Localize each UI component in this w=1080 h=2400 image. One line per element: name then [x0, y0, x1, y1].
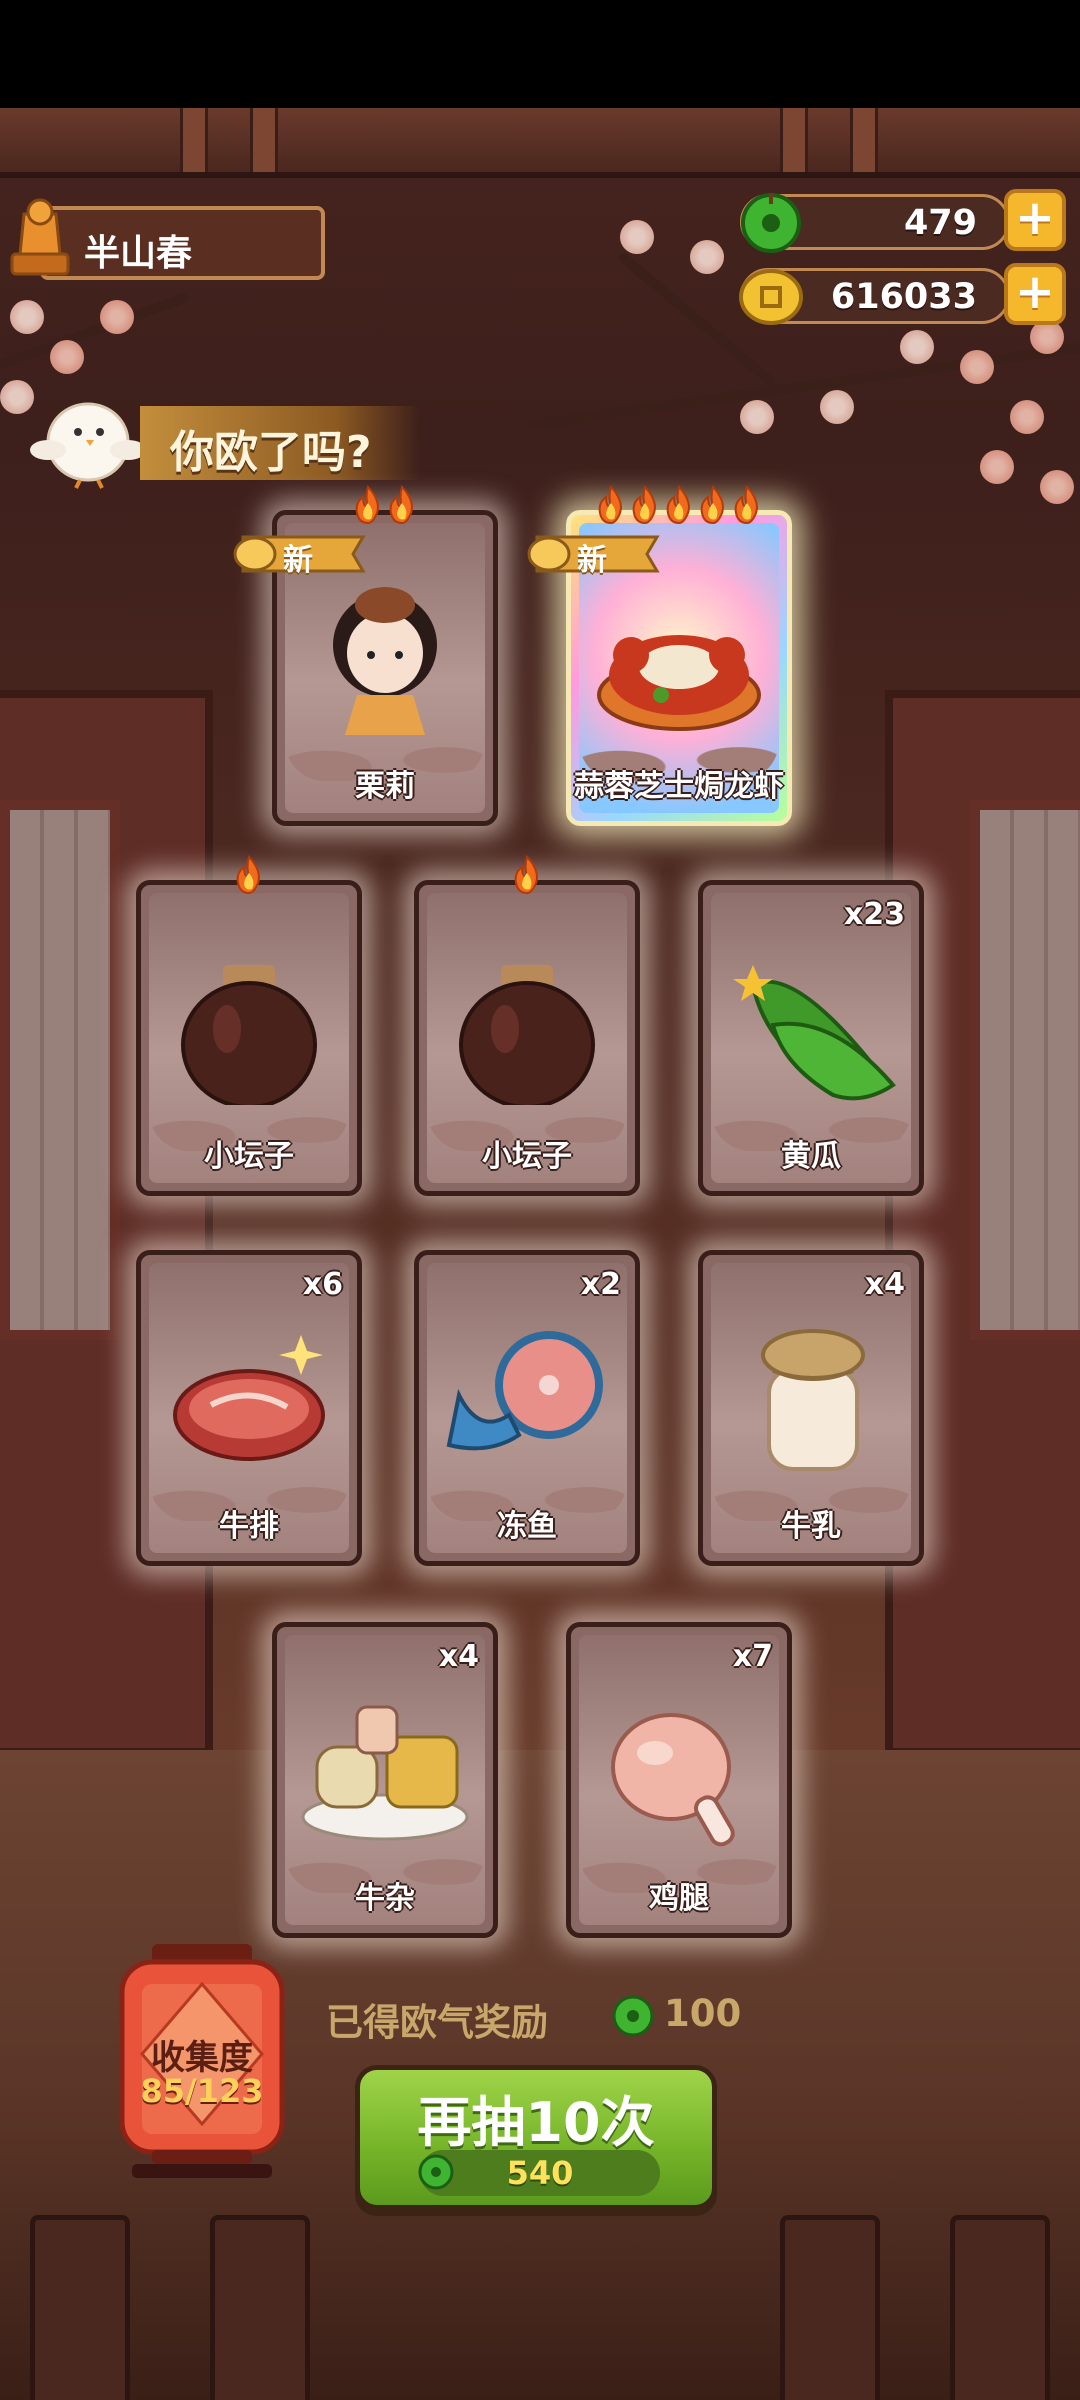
small-jar-icon [181, 965, 317, 1105]
beef-offal-icon [301, 1705, 469, 1841]
new-label: 新 [577, 543, 607, 578]
gacha-card[interactable]: x23 黄瓜 [698, 880, 924, 1196]
fire-icon [514, 855, 538, 895]
fire-icon [632, 485, 656, 525]
fire-icon [734, 485, 758, 525]
gacha-card[interactable]: x2 冻鱼 [414, 1250, 640, 1566]
card-count: x6 [302, 1267, 343, 1302]
fire-icon [355, 485, 379, 525]
gold-coin-icon [739, 269, 803, 325]
gacha-card[interactable]: x7 鸡腿 [566, 1622, 792, 1938]
coin-amount: 616033 [830, 277, 977, 317]
card-label: 冻鱼 [497, 1509, 557, 1544]
card-label: 小坛子 [204, 1139, 294, 1174]
fire-icon [598, 485, 622, 525]
player-name: 半山春 [84, 233, 193, 274]
chick-mascot-icon [30, 402, 146, 489]
new-badge: 新 [527, 527, 667, 581]
frozen-fish-icon [446, 1331, 603, 1451]
rarity-flames [419, 855, 635, 899]
card-count: x23 [843, 897, 905, 932]
green-jade-coin-icon [418, 2154, 454, 2190]
jade-amount: 479 [903, 203, 977, 243]
gacha-card[interactable]: x4 牛杂 [272, 1622, 498, 1938]
add-coins-button[interactable]: + [1004, 263, 1066, 325]
gacha-card[interactable]: x6 牛排 [136, 1250, 362, 1566]
draw-again-button[interactable]: 再抽10次 540 [355, 2065, 717, 2210]
card-label: 小坛子 [482, 1139, 572, 1174]
draw-again-label: 再抽10次 [417, 2091, 655, 2154]
right-window [970, 800, 1080, 1340]
card-label: 鸡腿 [649, 1881, 709, 1916]
gacha-card[interactable]: 新蒜蓉芝士焗龙虾 [527, 485, 792, 826]
card-label: 牛排 [219, 1509, 279, 1544]
girl-chef-character-icon [333, 587, 437, 735]
card-count: x4 [438, 1639, 479, 1674]
card-label: 牛杂 [355, 1881, 415, 1916]
status-bar-area [0, 0, 1080, 108]
player-name-plate[interactable]: 半山春 [40, 206, 325, 280]
card-label: 黄瓜 [781, 1139, 841, 1174]
draw-cost-value: 540 [506, 2154, 574, 2192]
garlic-cheese-lobster-dish-icon [597, 635, 761, 731]
gacha-card[interactable]: 新栗莉 [233, 485, 498, 826]
milk-jar-icon [761, 1329, 865, 1471]
cucumber-icon [733, 965, 896, 1101]
gacha-card[interactable]: 小坛子 [414, 855, 640, 1196]
fire-icon [700, 485, 724, 525]
card-count: x7 [732, 1639, 773, 1674]
rank-statue-icon [10, 198, 70, 276]
gacha-card[interactable]: 小坛子 [136, 855, 362, 1196]
fire-icon [236, 855, 260, 895]
rarity-flames [571, 485, 787, 529]
steak-icon [173, 1335, 325, 1461]
new-badge: 新 [233, 527, 373, 581]
rarity-flames [277, 485, 493, 529]
fire-icon [666, 485, 690, 525]
card-label: 牛乳 [781, 1509, 841, 1544]
fire-icon [389, 485, 413, 525]
banner-text: 你欧了吗? [170, 427, 372, 478]
small-jar-icon [459, 965, 595, 1105]
gacha-card[interactable]: x4 牛乳 [698, 1250, 924, 1566]
luck-bonus-value: 100 [664, 1992, 742, 2035]
draw-cost-pill: 540 [420, 2150, 660, 2196]
new-label: 新 [283, 543, 313, 578]
collection-progress: 85/123 [140, 2072, 264, 2110]
left-window [0, 800, 120, 1340]
rarity-flames [141, 855, 357, 899]
green-jade-coin-icon [612, 1995, 654, 2037]
roof-eave [0, 108, 1080, 178]
card-label: 蒜蓉芝士焗龙虾 [574, 769, 784, 804]
chicken-leg-icon [611, 1713, 735, 1847]
green-jade-coin-icon [741, 193, 801, 253]
add-jade-button[interactable]: + [1004, 189, 1066, 251]
gacha-result-screen: { "player": {"name": "半山春"}, "currency":… [0, 0, 1080, 2400]
card-count: x4 [864, 1267, 905, 1302]
luck-banner: 你欧了吗? [140, 406, 420, 480]
card-label: 栗莉 [355, 769, 415, 804]
card-count: x2 [580, 1267, 621, 1302]
luck-bonus-label: 已得欧气奖励 [326, 2001, 548, 2044]
